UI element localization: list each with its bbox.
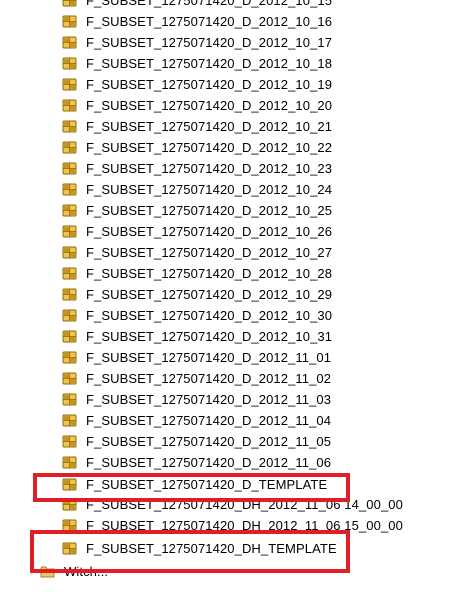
tree-item[interactable]: F_SUBSET_1275071420_D_2012_10_31 xyxy=(62,326,332,347)
tree-item[interactable]: F_SUBSET_1275071420_DH_2012_11_06 14_00_… xyxy=(62,494,403,515)
tree-item-label: F_SUBSET_1275071420_D_2012_10_19 xyxy=(86,77,333,92)
tree-item-label: F_SUBSET_1275071420_D_2012_10_29 xyxy=(86,287,333,302)
tree-item[interactable]: F_SUBSET_1275071420_D_2012_10_24 xyxy=(62,179,332,200)
tree-item-label: F_SUBSET_1275071420_D_2012_10_15 xyxy=(86,0,333,8)
partition-function-icon xyxy=(62,119,77,134)
partition-function-icon xyxy=(62,392,77,407)
tree-item-label: F_SUBSET_1275071420_D_2012_10_16 xyxy=(86,14,333,29)
partition-function-icon xyxy=(62,182,77,197)
partition-function-icon xyxy=(62,224,77,239)
tree-item-label: F_SUBSET_1275071420_D_2012_10_27 xyxy=(86,245,333,260)
tree-item-label: F_SUBSET_1275071420_D_2012_11_02 xyxy=(86,371,332,386)
tree-item-label: F_SUBSET_1275071420_D_TEMPLATE xyxy=(86,477,328,492)
tree-item[interactable]: F_SUBSET_1275071420_D_2012_10_30 xyxy=(62,305,332,326)
partition-function-icon xyxy=(62,245,77,260)
tree-item[interactable]: F_SUBSET_1275071420_D_2012_10_20 xyxy=(62,95,332,116)
tree-item[interactable]: F_SUBSET_1275071420_D_2012_11_02 xyxy=(62,368,331,389)
partition-function-icon xyxy=(62,203,77,218)
tree-item-label: F_SUBSET_1275071420_D_2012_11_05 xyxy=(86,434,332,449)
tree-item[interactable]: F_SUBSET_1275071420_DH_2012_11_06 15_00_… xyxy=(62,515,403,536)
tree-item[interactable]: F_SUBSET_1275071420_D_2012_10_26 xyxy=(62,221,332,242)
tree-item[interactable]: F_SUBSET_1275071420_D_2012_11_01 xyxy=(62,347,331,368)
tree-item[interactable]: F_SUBSET_1275071420_D_2012_10_28 xyxy=(62,263,332,284)
tree-item-label: F_SUBSET_1275071420_DH_2012_11_06 15_00_… xyxy=(86,518,403,533)
partition-function-icon xyxy=(62,518,77,533)
tree-item-template-d[interactable]: F_SUBSET_1275071420_D_TEMPLATE xyxy=(62,474,327,495)
partition-function-icon xyxy=(62,329,77,344)
folder-icon xyxy=(40,564,55,579)
partition-function-icon xyxy=(62,266,77,281)
tree-item-label: F_SUBSET_1275071420_D_2012_11_01 xyxy=(86,350,332,365)
tree-item-label: F_SUBSET_1275071420_D_2012_10_22 xyxy=(86,140,333,155)
tree-item-label: F_SUBSET_1275071420_D_2012_10_31 xyxy=(86,329,333,344)
partition-function-icon xyxy=(62,308,77,323)
tree-item-label: F_SUBSET_1275071420_D_2012_11_04 xyxy=(86,413,332,428)
partition-function-icon xyxy=(62,35,77,50)
tree-item[interactable]: F_SUBSET_1275071420_D_2012_10_27 xyxy=(62,242,332,263)
tree-item[interactable]: F_SUBSET_1275071420_D_2012_11_06 xyxy=(62,452,331,473)
partition-function-icon xyxy=(62,413,77,428)
partition-function-icon xyxy=(62,434,77,449)
tree-item[interactable]: F_SUBSET_1275071420_D_2012_10_17 xyxy=(62,32,332,53)
tree-item[interactable]: F_SUBSET_1275071420_D_2012_10_29 xyxy=(62,284,332,305)
tree-item[interactable]: F_SUBSET_1275071420_D_2012_10_25 xyxy=(62,200,332,221)
partition-function-icon xyxy=(62,140,77,155)
tree-item-label: F_SUBSET_1275071420_D_2012_11_06 xyxy=(86,455,332,470)
tree-item-label: F_SUBSET_1275071420_D_2012_11_03 xyxy=(86,392,332,407)
partition-function-icon xyxy=(62,56,77,71)
tree-item-label: F_SUBSET_1275071420_D_2012_10_30 xyxy=(86,308,333,323)
partition-function-icon xyxy=(62,477,77,492)
tree-folder-label: Witch... xyxy=(64,564,109,579)
tree-item[interactable]: F_SUBSET_1275071420_D_2012_10_16 xyxy=(62,11,332,32)
partition-function-icon xyxy=(62,0,77,8)
tree-item-label: F_SUBSET_1275071420_D_2012_10_23 xyxy=(86,161,333,176)
partition-function-icon xyxy=(62,77,77,92)
tree-item-label: F_SUBSET_1275071420_D_2012_10_26 xyxy=(86,224,333,239)
tree-item[interactable]: F_SUBSET_1275071420_D_2012_11_04 xyxy=(62,410,331,431)
tree-item-label: F_SUBSET_1275071420_DH_TEMPLATE xyxy=(86,541,337,556)
tree-item[interactable]: F_SUBSET_1275071420_D_2012_10_22 xyxy=(62,137,332,158)
tree-item[interactable]: F_SUBSET_1275071420_D_2012_11_03 xyxy=(62,389,331,410)
tree-folder-item[interactable]: Witch... xyxy=(40,561,108,582)
partition-function-icon xyxy=(62,455,77,470)
tree-item[interactable]: F_SUBSET_1275071420_D_2012_11_05 xyxy=(62,431,331,452)
tree-item-label: F_SUBSET_1275071420_D_2012_10_28 xyxy=(86,266,333,281)
partition-function-icon xyxy=(62,371,77,386)
tree-item[interactable]: F_SUBSET_1275071420_D_2012_10_21 xyxy=(62,116,332,137)
tree-item[interactable]: F_SUBSET_1275071420_D_2012_10_15 xyxy=(62,0,332,11)
tree-item-label: F_SUBSET_1275071420_D_2012_10_18 xyxy=(86,56,333,71)
tree-item-label: F_SUBSET_1275071420_D_2012_10_24 xyxy=(86,182,333,197)
tree-item[interactable]: F_SUBSET_1275071420_D_2012_10_18 xyxy=(62,53,332,74)
tree-item-label: F_SUBSET_1275071420_D_2012_10_25 xyxy=(86,203,333,218)
tree-item-label: F_SUBSET_1275071420_D_2012_10_17 xyxy=(86,35,333,50)
partition-function-icon xyxy=(62,350,77,365)
partition-function-icon xyxy=(62,541,77,556)
tree-item-label: F_SUBSET_1275071420_D_2012_10_20 xyxy=(86,98,333,113)
partition-function-icon xyxy=(62,161,77,176)
partition-function-icon xyxy=(62,98,77,113)
tree-item-label: F_SUBSET_1275071420_D_2012_10_21 xyxy=(86,119,333,134)
tree-item-template-dh[interactable]: F_SUBSET_1275071420_DH_TEMPLATE xyxy=(62,538,337,559)
partition-function-icon xyxy=(62,14,77,29)
tree-item[interactable]: F_SUBSET_1275071420_D_2012_10_23 xyxy=(62,158,332,179)
partition-function-icon xyxy=(62,497,77,512)
partition-function-icon xyxy=(62,287,77,302)
tree-item[interactable]: F_SUBSET_1275071420_D_2012_10_19 xyxy=(62,74,332,95)
tree-item-label: F_SUBSET_1275071420_DH_2012_11_06 14_00_… xyxy=(86,497,403,512)
